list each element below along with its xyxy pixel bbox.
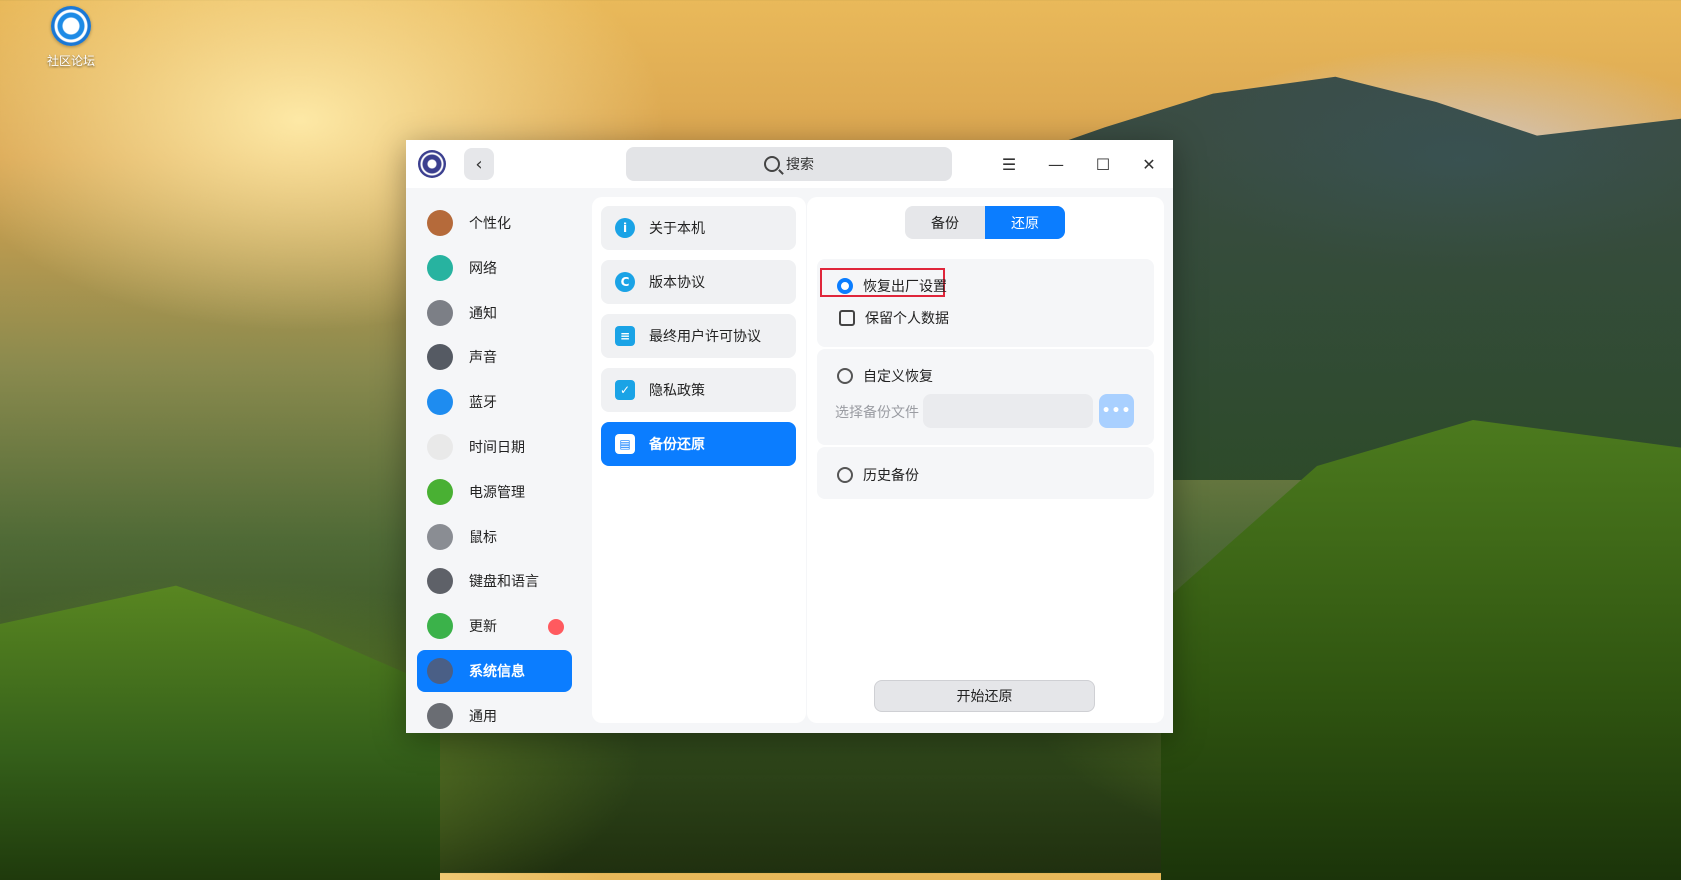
start-restore-button[interactable]: 开始还原 xyxy=(874,680,1095,712)
close-button[interactable]: ✕ xyxy=(1137,152,1161,176)
sidebar-item-label: 时间日期 xyxy=(469,440,525,456)
keyboard-icon xyxy=(427,568,453,595)
personalization-icon xyxy=(427,210,453,236)
back-button[interactable]: ‹ xyxy=(464,148,494,180)
sidebar-item-label: 电源管理 xyxy=(469,484,525,501)
menu-item-4[interactable]: ▤ 备份还原 xyxy=(601,422,796,466)
clock-icon xyxy=(427,434,453,460)
keep-personal-data-checkbox[interactable] xyxy=(839,310,855,326)
sidebar-item-0[interactable]: 个性化 xyxy=(417,202,572,244)
sidebar-item-label: 系统信息 xyxy=(469,664,525,680)
backup-restore-panel: 备份 还原 恢复出厂设置 保留个人数据 自定义恢复 选择备份文件 ••• 历史备… xyxy=(807,197,1164,723)
control-center-logo-icon xyxy=(418,150,446,178)
search-placeholder: 搜索 xyxy=(786,157,814,173)
notification-bell-icon xyxy=(427,299,453,326)
minimize-button[interactable]: — xyxy=(1044,152,1068,176)
sidebar-item-label: 通知 xyxy=(469,305,497,322)
keep-personal-data-label: 保留个人数据 xyxy=(865,311,949,327)
system-info-icon xyxy=(427,658,453,684)
tab-backup[interactable]: 备份 xyxy=(905,206,985,239)
sidebar-item-2[interactable]: 通知 xyxy=(417,292,572,334)
sidebar: 个性化网络通知声音蓝牙时间日期电源管理鼠标键盘和语言更新系统信息通用 xyxy=(406,188,584,733)
tab-restore[interactable]: 还原 xyxy=(985,206,1065,239)
deepin-forum-icon xyxy=(51,6,91,46)
chevron-left-icon: ‹ xyxy=(475,153,483,175)
sidebar-item-7[interactable]: 鼠标 xyxy=(417,516,572,558)
sidebar-item-label: 通用 xyxy=(469,708,497,725)
update-badge xyxy=(548,619,564,636)
menu-button[interactable]: ☰ xyxy=(997,152,1021,176)
custom-restore-option[interactable]: 自定义恢复 xyxy=(837,366,933,386)
sidebar-item-5[interactable]: 时间日期 xyxy=(417,426,572,468)
document-list-icon: ≡ xyxy=(615,326,635,346)
sidebar-item-label: 鼠标 xyxy=(469,529,497,546)
sidebar-item-label: 网络 xyxy=(469,260,497,277)
copyright-icon: C xyxy=(615,272,635,292)
history-backup-label: 历史备份 xyxy=(863,468,919,484)
menu-item-label: 隐私政策 xyxy=(649,383,705,399)
backup-restore-icon: ▤ xyxy=(615,434,635,454)
menu-icon: ☰ xyxy=(1001,154,1017,174)
menu-item-0[interactable]: i 关于本机 xyxy=(601,206,796,250)
factory-reset-option[interactable]: 恢复出厂设置 xyxy=(837,276,947,296)
menu-item-label: 关于本机 xyxy=(649,221,705,237)
speaker-icon xyxy=(427,344,453,371)
history-backup-option[interactable]: 历史备份 xyxy=(837,465,919,485)
search-icon xyxy=(764,156,780,172)
sidebar-item-label: 声音 xyxy=(469,350,497,367)
close-icon: ✕ xyxy=(1142,154,1156,174)
menu-item-3[interactable]: ✓ 隐私政策 xyxy=(601,368,796,412)
system-info-menu: i 关于本机 C 版本协议 ≡ 最终用户许可协议 ✓ 隐私政策 ▤ 备份还原 xyxy=(592,197,806,723)
sidebar-item-4[interactable]: 蓝牙 xyxy=(417,381,572,423)
titlebar: ‹ 搜索 ☰ — ☐ ✕ xyxy=(406,140,1173,188)
background-hill-right xyxy=(1161,420,1681,880)
desktop-icon-community-forum[interactable]: 社区论坛 xyxy=(38,6,104,69)
info-icon: i xyxy=(615,218,635,238)
maximize-button[interactable]: ☐ xyxy=(1091,152,1115,176)
sidebar-item-11[interactable]: 通用 xyxy=(417,695,572,733)
update-arrow-icon xyxy=(427,613,453,640)
general-settings-icon xyxy=(427,702,453,729)
select-backup-file-label: 选择备份文件 xyxy=(835,405,919,421)
menu-item-label: 版本协议 xyxy=(649,275,705,291)
bluetooth-icon xyxy=(427,389,453,416)
battery-icon xyxy=(427,478,453,505)
history-backup-radio[interactable] xyxy=(837,467,853,483)
sidebar-item-3[interactable]: 声音 xyxy=(417,336,572,378)
mouse-icon xyxy=(427,523,453,550)
search-input[interactable]: 搜索 xyxy=(626,147,952,181)
factory-reset-label: 恢复出厂设置 xyxy=(863,279,947,295)
custom-restore-label: 自定义恢复 xyxy=(863,369,933,385)
menu-item-label: 最终用户许可协议 xyxy=(649,329,761,345)
sidebar-item-6[interactable]: 电源管理 xyxy=(417,471,572,513)
keep-personal-data-option[interactable]: 保留个人数据 xyxy=(839,308,949,328)
sidebar-item-8[interactable]: 键盘和语言 xyxy=(417,560,572,602)
menu-item-1[interactable]: C 版本协议 xyxy=(601,260,796,304)
menu-item-label: 备份还原 xyxy=(649,437,705,453)
backup-restore-tabs: 备份 还原 xyxy=(905,206,1065,239)
sidebar-item-9[interactable]: 更新 xyxy=(417,605,572,647)
sidebar-item-label: 个性化 xyxy=(469,216,511,232)
factory-reset-radio[interactable] xyxy=(837,278,853,294)
minimize-icon: — xyxy=(1048,154,1064,174)
sidebar-item-label: 蓝牙 xyxy=(469,395,497,412)
sidebar-item-label: 键盘和语言 xyxy=(469,574,539,591)
browse-button[interactable]: ••• xyxy=(1099,394,1134,428)
backup-file-input[interactable] xyxy=(923,394,1093,428)
privacy-document-icon: ✓ xyxy=(615,380,635,400)
network-icon xyxy=(427,254,453,281)
maximize-icon: ☐ xyxy=(1095,154,1111,174)
background-hill-left xyxy=(0,585,440,880)
custom-restore-radio[interactable] xyxy=(837,368,853,384)
control-center-window: ‹ 搜索 ☰ — ☐ ✕ 个性化网络通知声音蓝牙时间日期电源管理鼠标键盘和语言更… xyxy=(406,140,1173,733)
sidebar-item-1[interactable]: 网络 xyxy=(417,247,572,289)
sidebar-item-10[interactable]: 系统信息 xyxy=(417,650,572,692)
sidebar-item-label: 更新 xyxy=(469,619,497,636)
desktop-icon-label: 社区论坛 xyxy=(46,54,95,68)
menu-item-2[interactable]: ≡ 最终用户许可协议 xyxy=(601,314,796,358)
